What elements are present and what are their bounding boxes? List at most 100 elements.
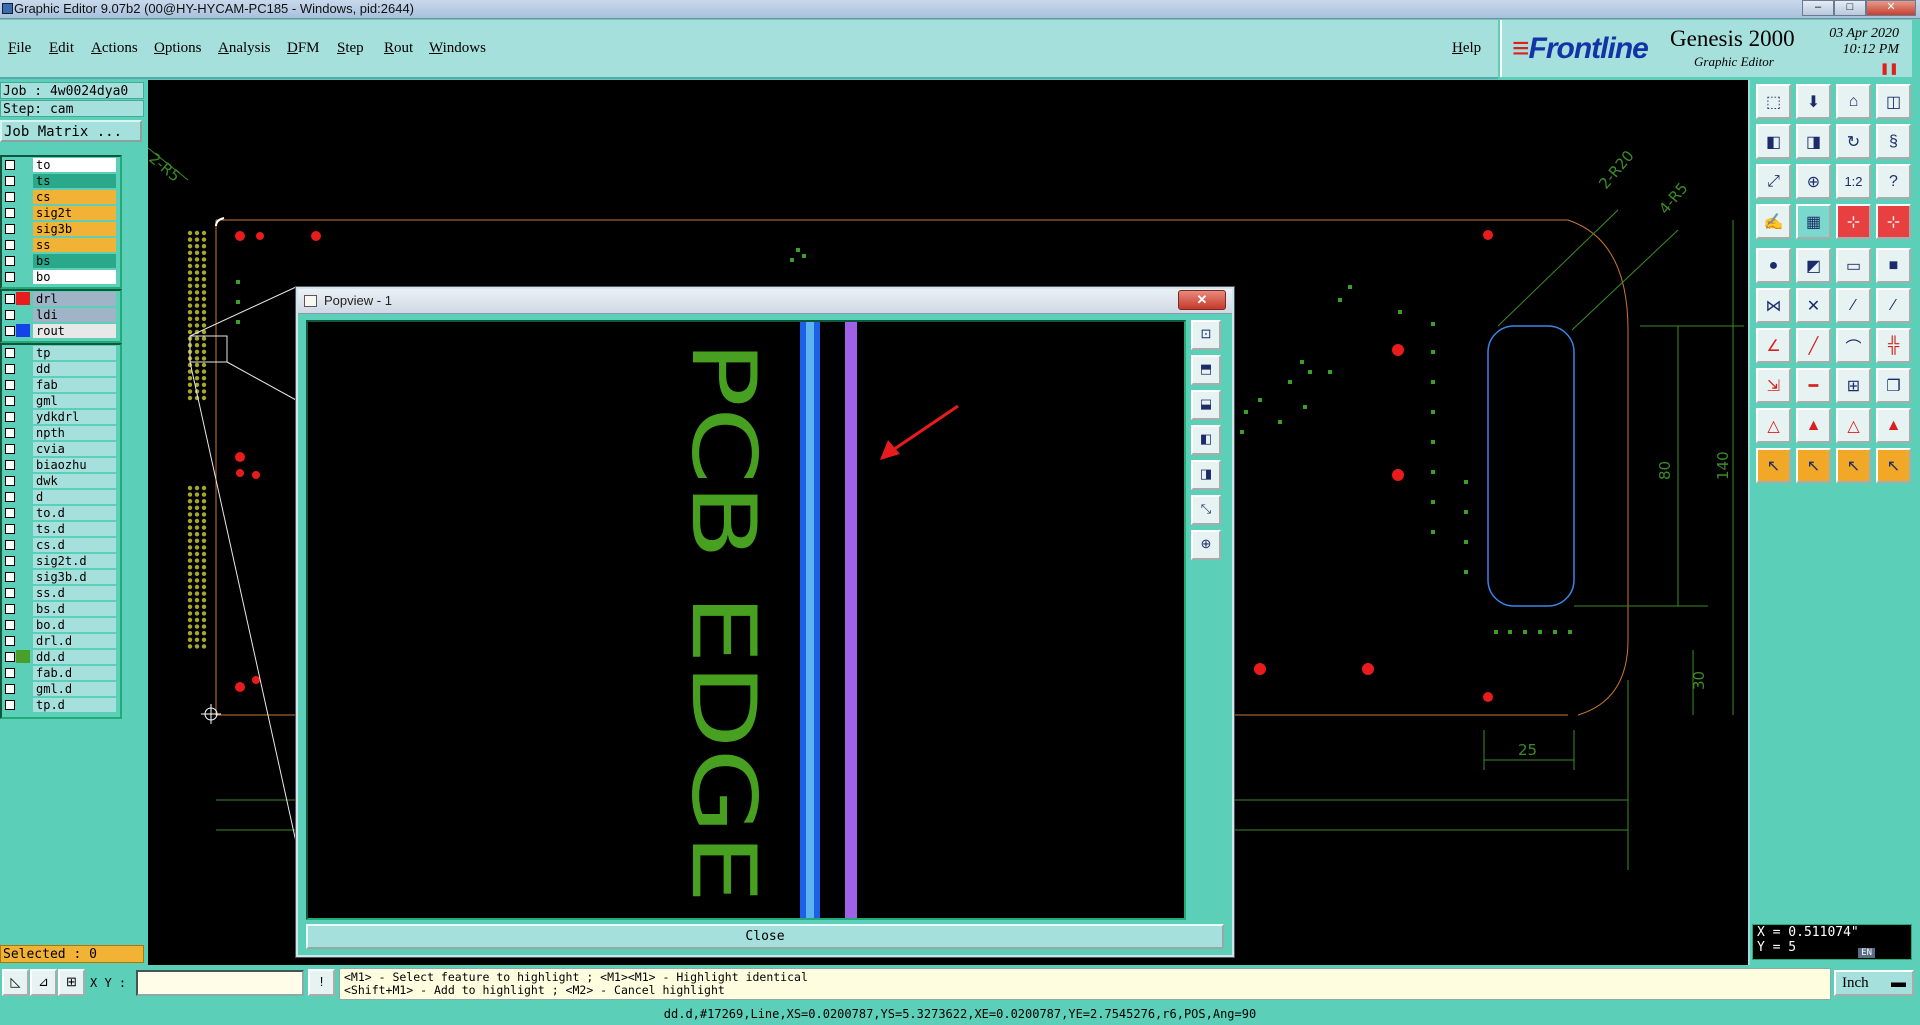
tool-save-icon[interactable]: ⬇	[1796, 84, 1831, 119]
layer-checkbox[interactable]	[5, 604, 15, 614]
tool-fence-icon[interactable]: ╬	[1876, 328, 1911, 363]
tool-connect-icon[interactable]: ⋈	[1756, 288, 1791, 323]
tool-line-icon[interactable]: ╱	[1796, 328, 1831, 363]
layer-affected-swatch[interactable]	[16, 190, 30, 203]
menu-rout[interactable]: Rout	[384, 40, 413, 57]
layer-affected-swatch[interactable]	[16, 442, 30, 455]
close-window-button[interactable]: ✕	[1866, 0, 1916, 16]
layer-checkbox[interactable]	[5, 294, 15, 304]
tool-triangle-icon[interactable]: △	[1756, 408, 1791, 443]
tool-pan-left-icon[interactable]: ◧	[1756, 124, 1791, 159]
tool-select-icon[interactable]: ↖	[1756, 448, 1791, 483]
tool-surface-icon[interactable]: ◩	[1796, 248, 1831, 283]
pv-right-icon[interactable]: ◨	[1191, 460, 1221, 490]
layer-affected-swatch[interactable]	[16, 270, 30, 283]
tool-triangle-d-icon[interactable]: ▲	[1876, 408, 1911, 443]
layer-affected-swatch[interactable]	[16, 538, 30, 551]
tool-align-icon[interactable]: ⊞	[1836, 368, 1871, 403]
layer-affected-swatch[interactable]	[16, 346, 30, 359]
layer-checkbox[interactable]	[5, 396, 15, 406]
layer-row-ydkdrl[interactable]: ydkdrl	[2, 409, 120, 425]
layer-checkbox[interactable]	[5, 636, 15, 646]
layer-row-d[interactable]: d	[2, 489, 120, 505]
tool-line-pad-icon[interactable]: ⁄	[1836, 288, 1871, 323]
layer-row-ts-d[interactable]: ts.d	[2, 521, 120, 537]
layer-checkbox[interactable]	[5, 364, 15, 374]
tool-select-b-icon[interactable]: ↖	[1796, 448, 1831, 483]
layer-affected-swatch[interactable]	[16, 474, 30, 487]
layer-affected-swatch[interactable]	[16, 426, 30, 439]
layer-row-fab-d[interactable]: fab.d	[2, 665, 120, 681]
layer-checkbox[interactable]	[5, 556, 15, 566]
layer-row-bs-d[interactable]: bs.d	[2, 601, 120, 617]
layer-row-bo[interactable]: bo	[2, 269, 120, 285]
layer-affected-swatch[interactable]	[16, 308, 30, 321]
tool-angle-icon[interactable]: ∠	[1756, 328, 1791, 363]
layer-checkbox[interactable]	[5, 176, 15, 186]
tool-line-pad-alt-icon[interactable]: ⁄	[1876, 288, 1911, 323]
layer-checkbox[interactable]	[5, 208, 15, 218]
layer-affected-swatch[interactable]	[16, 174, 30, 187]
layer-row-bo-d[interactable]: bo.d	[2, 617, 120, 633]
pv-fit-icon[interactable]: ⤡	[1191, 495, 1221, 525]
layer-row-ss-d[interactable]: ss.d	[2, 585, 120, 601]
layer-affected-swatch[interactable]	[16, 570, 30, 583]
tool-help-icon[interactable]: ?	[1876, 164, 1911, 199]
layer-row-ss[interactable]: ss	[2, 237, 120, 253]
layer-checkbox[interactable]	[5, 476, 15, 486]
tool-open-icon[interactable]: ⬚	[1756, 84, 1791, 119]
layer-row-rout[interactable]: rout	[2, 323, 120, 339]
menu-actions[interactable]: Actions	[91, 40, 138, 57]
tool-home-icon[interactable]: ⌂	[1836, 84, 1871, 119]
layer-affected-swatch[interactable]	[16, 634, 30, 647]
tool-triangle-b-icon[interactable]: ▲	[1796, 408, 1831, 443]
layer-row-sig2t[interactable]: sig2t	[2, 205, 120, 221]
layer-row-fab[interactable]: fab	[2, 377, 120, 393]
menu-edit[interactable]: Edit	[49, 40, 74, 57]
tool-select-c-icon[interactable]: ↖	[1836, 448, 1871, 483]
layer-row-dd-d[interactable]: dd.d	[2, 649, 120, 665]
layer-affected-swatch[interactable]	[16, 254, 30, 267]
tool-cross-icon[interactable]: ✕	[1796, 288, 1831, 323]
layer-affected-swatch[interactable]	[16, 602, 30, 615]
layer-checkbox[interactable]	[5, 684, 15, 694]
layer-affected-swatch[interactable]	[16, 158, 30, 171]
layer-affected-swatch[interactable]	[16, 490, 30, 503]
layer-affected-swatch[interactable]	[16, 394, 30, 407]
tool-select-d-icon[interactable]: ↖	[1876, 448, 1911, 483]
layer-row-tp[interactable]: tp	[2, 345, 120, 361]
tool-zoom-home-icon[interactable]: ⊕	[1796, 164, 1831, 199]
layer-checkbox[interactable]	[5, 348, 15, 358]
layer-checkbox[interactable]	[5, 524, 15, 534]
menu-help[interactable]: Help	[1452, 40, 1481, 57]
layer-affected-swatch[interactable]	[16, 506, 30, 519]
layer-row-biaozhu[interactable]: biaozhu	[2, 457, 120, 473]
grid-toggle-icon[interactable]: ⊞	[58, 969, 85, 996]
layer-affected-swatch[interactable]	[16, 410, 30, 423]
layer-row-cs-d[interactable]: cs.d	[2, 537, 120, 553]
layer-row-dwk[interactable]: dwk	[2, 473, 120, 489]
layer-affected-swatch[interactable]	[16, 698, 30, 711]
menu-windows[interactable]: Windows	[429, 40, 486, 57]
layer-affected-swatch[interactable]	[16, 618, 30, 631]
layer-row-sig3b-d[interactable]: sig3b.d	[2, 569, 120, 585]
layer-checkbox[interactable]	[5, 620, 15, 630]
layer-checkbox[interactable]	[5, 444, 15, 454]
tool-grid-icon[interactable]: ▦	[1796, 204, 1831, 239]
tool-copy-icon[interactable]: ❐	[1876, 368, 1911, 403]
pv-up-icon[interactable]: ⬒	[1191, 355, 1221, 385]
layer-checkbox[interactable]	[5, 700, 15, 710]
maximize-button[interactable]: □	[1834, 0, 1866, 16]
tool-step-icon[interactable]: §	[1876, 124, 1911, 159]
layer-checkbox[interactable]	[5, 668, 15, 678]
layer-affected-swatch[interactable]	[16, 554, 30, 567]
layer-affected-swatch[interactable]	[16, 522, 30, 535]
layer-row-gml[interactable]: gml	[2, 393, 120, 409]
menu-step[interactable]: Step	[337, 40, 364, 57]
layer-row-tp-d[interactable]: tp.d	[2, 697, 120, 713]
layer-checkbox[interactable]	[5, 428, 15, 438]
tool-snap-alt-icon[interactable]: ⊹	[1876, 204, 1911, 239]
layer-row-cvia[interactable]: cvia	[2, 441, 120, 457]
layer-checkbox[interactable]	[5, 240, 15, 250]
popview-title-bar[interactable]: Popview - 1 ✕	[298, 289, 1232, 314]
